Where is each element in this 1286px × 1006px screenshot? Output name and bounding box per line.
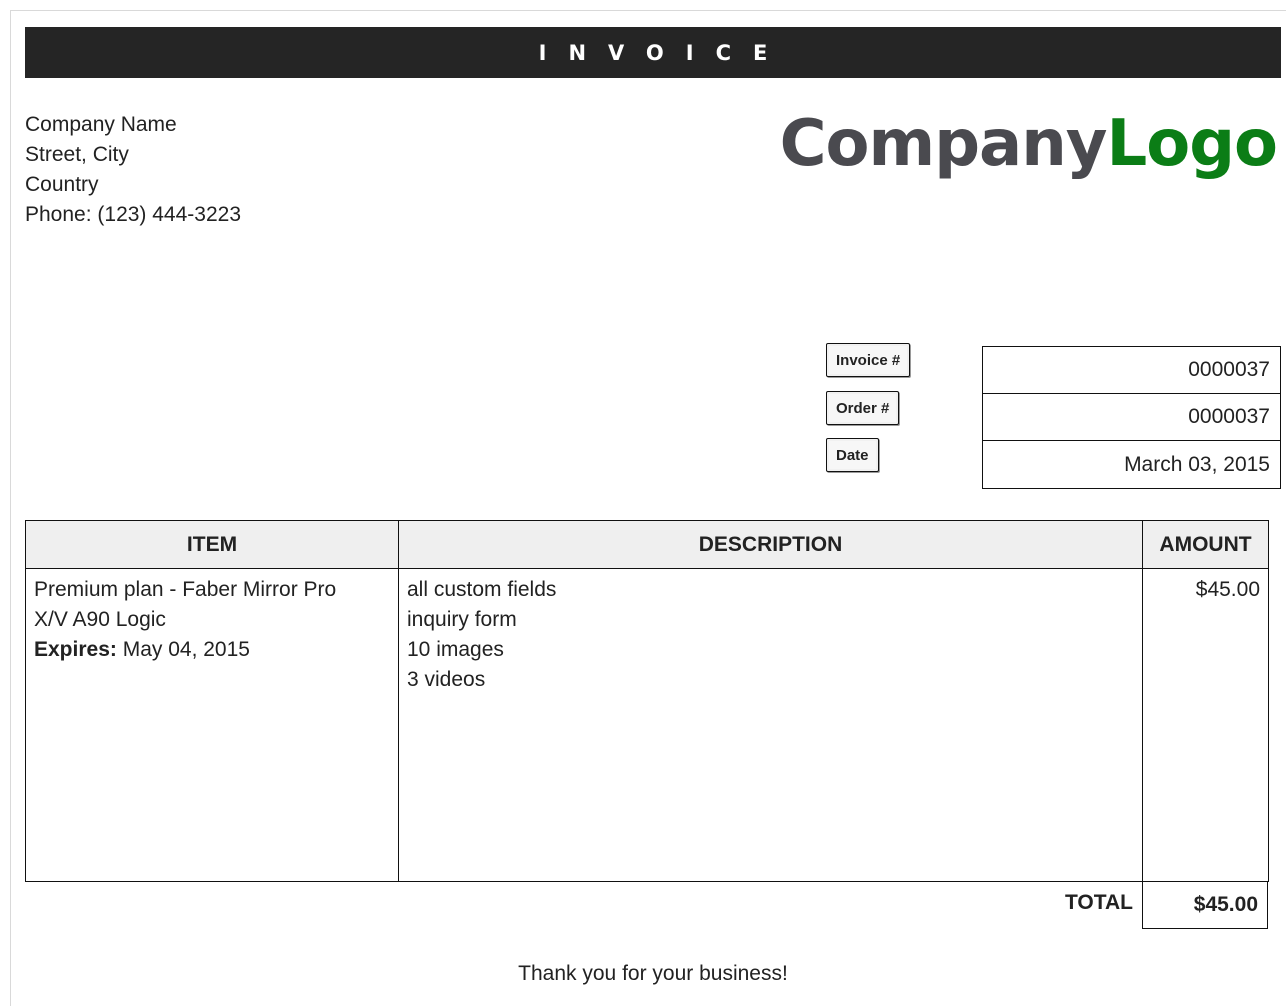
item-name-line2: X/V A90 Logic bbox=[34, 608, 166, 631]
company-country: Country bbox=[25, 173, 99, 196]
item-name-line1: Premium plan - Faber Mirror Pro bbox=[34, 578, 337, 601]
order-number-label: Order # bbox=[826, 391, 900, 425]
item-cell: Premium plan - Faber Mirror Pro X/V A90 … bbox=[25, 568, 399, 882]
description-line: 3 videos bbox=[407, 668, 486, 691]
expires-value: May 04, 2015 bbox=[122, 638, 250, 661]
total-value: $45.00 bbox=[1142, 881, 1268, 929]
thank-you-note: Thank you for your business! bbox=[518, 962, 788, 985]
company-info: Company Name Street, City Country Phone:… bbox=[25, 110, 241, 230]
header-amount: AMOUNT bbox=[1142, 520, 1269, 569]
logo-part-logo: Logo bbox=[1106, 107, 1278, 181]
amount-cell: $45.00 bbox=[1142, 568, 1269, 882]
company-phone: Phone: (123) 444-3223 bbox=[25, 203, 241, 226]
description-cell: all custom fields inquiry form 10 images… bbox=[398, 568, 1143, 882]
header-item: ITEM bbox=[25, 520, 399, 569]
items-table: ITEM DESCRIPTION AMOUNT Premium plan - F… bbox=[25, 520, 1269, 882]
logo-part-company: Company bbox=[779, 107, 1108, 181]
invoice-number-value: 0000037 bbox=[983, 347, 1280, 394]
date-label: Date bbox=[826, 438, 879, 472]
header-description: DESCRIPTION bbox=[398, 520, 1143, 569]
company-street: Street, City bbox=[25, 143, 129, 166]
company-name: Company Name bbox=[25, 113, 177, 136]
total-label: TOTAL bbox=[1064, 891, 1133, 914]
invoice-number-label: Invoice # bbox=[826, 343, 911, 377]
description-line: 10 images bbox=[407, 638, 504, 661]
expires-label: Expires: bbox=[34, 638, 117, 661]
invoice-title: INVOICE bbox=[538, 40, 790, 65]
invoice-title-bar: INVOICE bbox=[25, 27, 1281, 78]
company-logo: CompanyLogo bbox=[779, 104, 1278, 184]
description-line: all custom fields bbox=[407, 578, 557, 601]
item-expires: Expires: May 04, 2015 bbox=[34, 635, 390, 665]
amount-value: $45.00 bbox=[1195, 578, 1260, 601]
items-header-row: ITEM DESCRIPTION AMOUNT bbox=[25, 520, 1269, 569]
invoice-meta-values: 0000037 0000037 March 03, 2015 bbox=[982, 346, 1281, 489]
description-line: inquiry form bbox=[407, 608, 517, 631]
date-value: March 03, 2015 bbox=[1124, 452, 1270, 476]
table-row: Premium plan - Faber Mirror Pro X/V A90 … bbox=[25, 568, 1269, 882]
order-number-value: 0000037 bbox=[983, 394, 1280, 441]
